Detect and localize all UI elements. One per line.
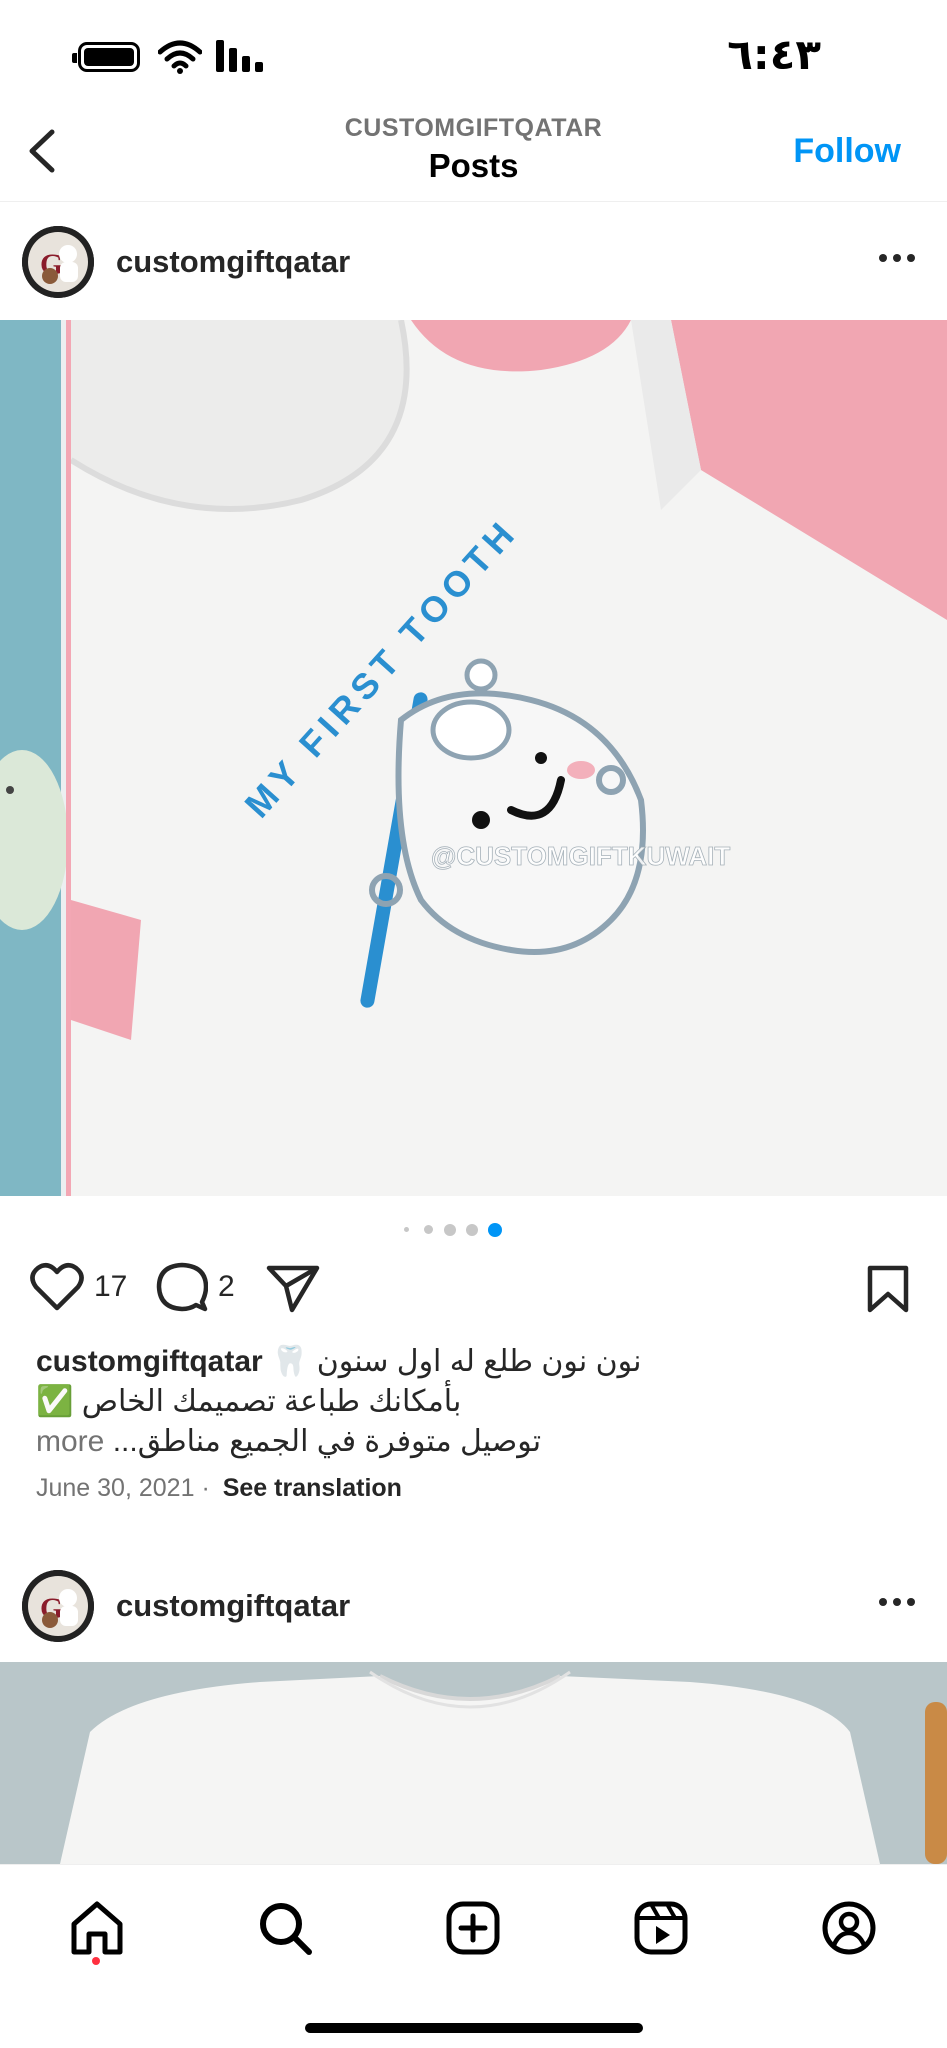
heart-icon[interactable]: [30, 1262, 84, 1312]
post-username[interactable]: customgiftqatar: [116, 1588, 350, 1624]
like-count[interactable]: 17: [94, 1270, 127, 1304]
post-image[interactable]: MY FIRST TOOTH @CUSTOMGIFTKUWAIT: [0, 320, 947, 1196]
caption-text-3: توصيل متوفرة في الجميع مناطق...: [112, 1425, 542, 1458]
caption-line-1: customgiftqatar نون نون طلع له اول سنون …: [36, 1342, 916, 1382]
more-options-icon[interactable]: [873, 238, 921, 278]
carousel-dot: [466, 1224, 478, 1236]
status-time: ٦:٤٣: [727, 30, 821, 79]
nav-header: CUSTOMGIFTQATAR Posts Follow: [0, 100, 947, 202]
create-icon[interactable]: [438, 1893, 508, 1963]
battery-icon: [72, 42, 140, 72]
profile-icon[interactable]: [814, 1893, 884, 1963]
tshirt-photo: MY FIRST TOOTH @CUSTOMGIFTKUWAIT: [69, 320, 947, 1196]
carousel-dot: [424, 1225, 433, 1234]
post-meta: June 30, 2021 · See translation: [36, 1474, 402, 1503]
caption-text-1: نون نون طلع له اول سنون 🦷: [271, 1345, 642, 1378]
wifi-icon: [158, 40, 202, 74]
bookmark-icon[interactable]: [866, 1264, 910, 1314]
more-link[interactable]: more: [36, 1425, 104, 1458]
signal-icon: [216, 40, 263, 72]
avatar[interactable]: G: [22, 1570, 94, 1642]
carousel-indicator: [0, 1220, 947, 1240]
caption-line-3: more توصيل متوفرة في الجميع مناطق...: [36, 1422, 916, 1462]
carousel-dot: [444, 1224, 456, 1236]
post-date: June 30, 2021: [36, 1474, 195, 1502]
reels-icon[interactable]: [626, 1893, 696, 1963]
previous-slide-preview: [0, 320, 68, 1196]
search-icon[interactable]: [250, 1893, 320, 1963]
follow-button[interactable]: Follow: [793, 132, 901, 171]
post-header: G customgiftqatar: [0, 202, 947, 320]
avatar[interactable]: G: [22, 226, 94, 298]
tab-bar: [0, 1864, 947, 2048]
carousel-dot-active: [488, 1223, 502, 1237]
watermark-text: @CUSTOMGIFTKUWAIT: [431, 841, 730, 871]
status-bar: ٦:٤٣: [0, 0, 947, 100]
post-username[interactable]: customgiftqatar: [116, 244, 350, 280]
comment-icon[interactable]: [156, 1262, 208, 1312]
notification-dot: [92, 1957, 100, 1965]
post-header-2: G customgiftqatar: [0, 1546, 947, 1664]
carousel-dot: [404, 1227, 409, 1232]
share-icon[interactable]: [266, 1264, 320, 1314]
meta-separator: ·: [201, 1474, 210, 1502]
post-actions: 17 2: [0, 1262, 947, 1322]
like-action[interactable]: 17: [30, 1262, 127, 1312]
comment-action[interactable]: 2: [156, 1262, 235, 1312]
see-translation-link[interactable]: See translation: [223, 1474, 402, 1502]
home-icon[interactable]: [62, 1893, 132, 1963]
post-image-2[interactable]: [0, 1662, 947, 1864]
caption-line-2: بأمكانك طباعة تصميمك الخاص ✅: [36, 1382, 916, 1422]
comment-count[interactable]: 2: [218, 1270, 235, 1304]
caption-text-2: بأمكانك طباعة تصميمك الخاص ✅: [36, 1385, 462, 1418]
post-caption: customgiftqatar نون نون طلع له اول سنون …: [36, 1342, 916, 1462]
caption-username[interactable]: customgiftqatar: [36, 1345, 263, 1378]
home-indicator: [305, 2023, 643, 2033]
more-options-icon[interactable]: [873, 1582, 921, 1622]
